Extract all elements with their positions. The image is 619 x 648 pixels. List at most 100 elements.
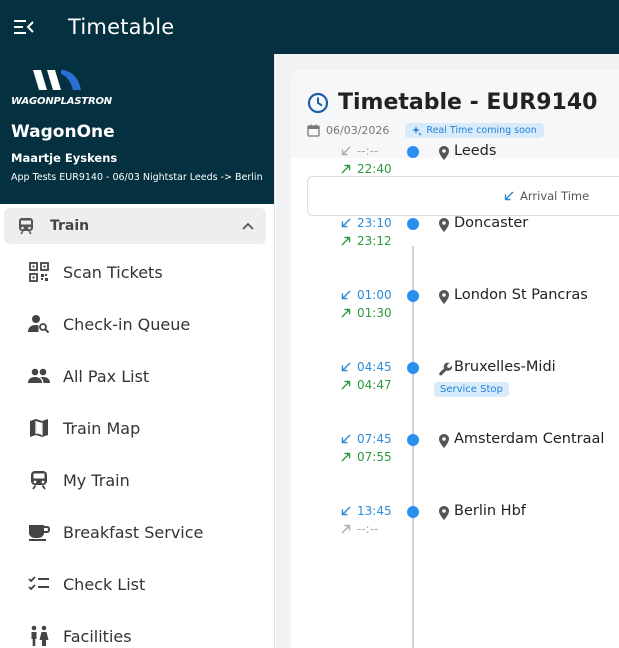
timeline-dot <box>407 362 419 374</box>
departure-time: 22:40 <box>357 162 392 176</box>
sidebar-section-train[interactable]: Train <box>4 208 266 244</box>
timeline-stop[interactable]: 13:45 --:-- Berlin Hbf <box>291 502 619 548</box>
timetable-title: Timetable - EUR9140 <box>338 90 598 115</box>
page-title: Timetable <box>68 15 175 39</box>
brand-header: WAGONPLASTRON WagonOne Maartje Eyskens A… <box>0 54 274 204</box>
wrench-icon <box>439 361 453 380</box>
stop-name: Berlin Hbf <box>454 503 526 519</box>
arrival-arrow-icon <box>341 290 357 300</box>
clock-icon <box>307 92 329 113</box>
main-content: Timetable - EUR9140 06/03/2026 Real Time… <box>276 54 619 648</box>
sidebar-item-my-train[interactable]: My Train <box>0 454 274 506</box>
stop-times: --:-- 22:40 <box>341 142 411 178</box>
departure-arrow-icon <box>341 452 357 462</box>
timeline-dot <box>407 146 419 158</box>
pin-icon <box>439 145 449 164</box>
arrival-time: 23:10 <box>357 216 392 230</box>
top-app-bar: Timetable <box>0 0 619 54</box>
arrival-row: 01:00 <box>341 286 411 304</box>
sidebar: WAGONPLASTRON WagonOne Maartje Eyskens A… <box>0 54 275 648</box>
pin-icon <box>439 433 449 452</box>
departure-row: 01:30 <box>341 304 411 322</box>
sidebar-item-label: Breakfast Service <box>63 522 204 542</box>
sidebar-item-all-pax-list[interactable]: All Pax List <box>0 350 274 402</box>
departure-row: 07:55 <box>341 448 411 466</box>
sidebar-item-train-map[interactable]: Train Map <box>0 402 274 454</box>
sidebar-item-check-list[interactable]: Check List <box>0 558 274 610</box>
arrival-row: 23:10 <box>341 214 411 232</box>
stop-name: Leeds <box>454 143 497 159</box>
departure-arrow-icon <box>341 524 357 534</box>
stop-times: 01:00 01:30 <box>341 286 411 322</box>
departure-row: 23:12 <box>341 232 411 250</box>
sidebar-item-label: Check-in Queue <box>63 314 191 334</box>
timeline-stop[interactable]: 23:10 23:12 Doncaster <box>291 214 619 260</box>
sidebar-item-label: Check List <box>63 574 146 594</box>
departure-row: 22:40 <box>341 160 411 178</box>
departure-arrow-icon <box>341 380 357 390</box>
timeline-dot <box>407 290 419 302</box>
qr-icon <box>28 261 50 283</box>
arrival-row: 07:45 <box>341 430 411 448</box>
chevron-up-icon[interactable] <box>242 222 254 230</box>
map-icon <box>28 417 50 439</box>
timetable-card: Timetable - EUR9140 06/03/2026 Real Time… <box>291 70 619 648</box>
sidebar-item-scan-tickets[interactable]: Scan Tickets <box>0 246 274 298</box>
logo-text: WAGONPLASTRON <box>11 96 112 107</box>
arrival-time-label: Arrival Time <box>520 189 590 203</box>
timeline-stop[interactable]: 04:45 04:47 Bruxelles-Midi Service Stop <box>291 358 619 404</box>
departure-time: 01:30 <box>357 306 392 320</box>
arrival-row: --:-- <box>341 142 411 160</box>
sparkle-icon <box>412 125 423 136</box>
sidebar-item-check-in-queue[interactable]: Check-in Queue <box>0 298 274 350</box>
realtime-badge-label: Real Time coming soon <box>426 125 537 136</box>
train-icon <box>19 218 33 235</box>
timeline-dot <box>407 434 419 446</box>
arrival-time-toggle[interactable]: Arrival Time <box>504 189 589 203</box>
timeline-dot <box>407 506 419 518</box>
arrival-time: 07:45 <box>357 432 392 446</box>
departure-row: 04:47 <box>341 376 411 394</box>
arrival-arrow-icon <box>341 362 357 372</box>
departure-row: --:-- <box>341 520 411 538</box>
timeline-stop[interactable]: 07:45 07:55 Amsterdam Centraal <box>291 430 619 476</box>
pin-icon <box>439 289 449 308</box>
menu-open-icon <box>14 20 34 34</box>
departure-time: --:-- <box>357 522 379 536</box>
arrival-time: 01:00 <box>357 288 392 302</box>
timeline-stop[interactable]: --:-- 22:40 Leeds <box>291 142 619 188</box>
departure-time: 07:55 <box>357 450 392 464</box>
arrival-row: 13:45 <box>341 502 411 520</box>
pin-icon <box>439 217 449 236</box>
stop-name: Bruxelles-Midi <box>454 359 556 375</box>
wagonplastron-logo-icon <box>33 70 81 90</box>
stop-times: 07:45 07:55 <box>341 430 411 466</box>
arrival-arrow-icon <box>341 146 357 156</box>
timeline-dot <box>407 218 419 230</box>
trip-description: App Tests EUR9140 - 06/03 Nightstar Leed… <box>11 172 263 183</box>
departure-arrow-icon <box>341 308 357 318</box>
sidebar-item-label: Scan Tickets <box>63 262 163 282</box>
arrival-arrow-icon <box>504 191 514 201</box>
departure-time: 23:12 <box>357 234 392 248</box>
logo: WAGONPLASTRON <box>11 68 263 110</box>
calendar-icon <box>307 124 320 137</box>
sidebar-item-breakfast-service[interactable]: Breakfast Service <box>0 506 274 558</box>
arrival-time: --:-- <box>357 144 379 158</box>
checklist-icon <box>28 573 50 595</box>
timeline-stop[interactable]: 01:00 01:30 London St Pancras <box>291 286 619 332</box>
arrival-row: 04:45 <box>341 358 411 376</box>
timetable-date: 06/03/2026 <box>326 124 390 137</box>
stop-name: Amsterdam Centraal <box>454 431 605 447</box>
realtime-badge: Real Time coming soon <box>405 123 544 138</box>
service-stop-badge: Service Stop <box>434 382 509 397</box>
user-name: Maartje Eyskens <box>11 151 118 165</box>
departure-arrow-icon <box>341 164 357 174</box>
pin-icon <box>439 505 449 524</box>
arrival-arrow-icon <box>341 218 357 228</box>
stop-name: London St Pancras <box>454 287 588 303</box>
sidebar-section-label: Train <box>50 218 90 234</box>
sidebar-item-label: Facilities <box>63 626 132 646</box>
sidebar-item-facilities[interactable]: Facilities <box>0 610 274 648</box>
menu-toggle-button[interactable] <box>2 0 46 54</box>
